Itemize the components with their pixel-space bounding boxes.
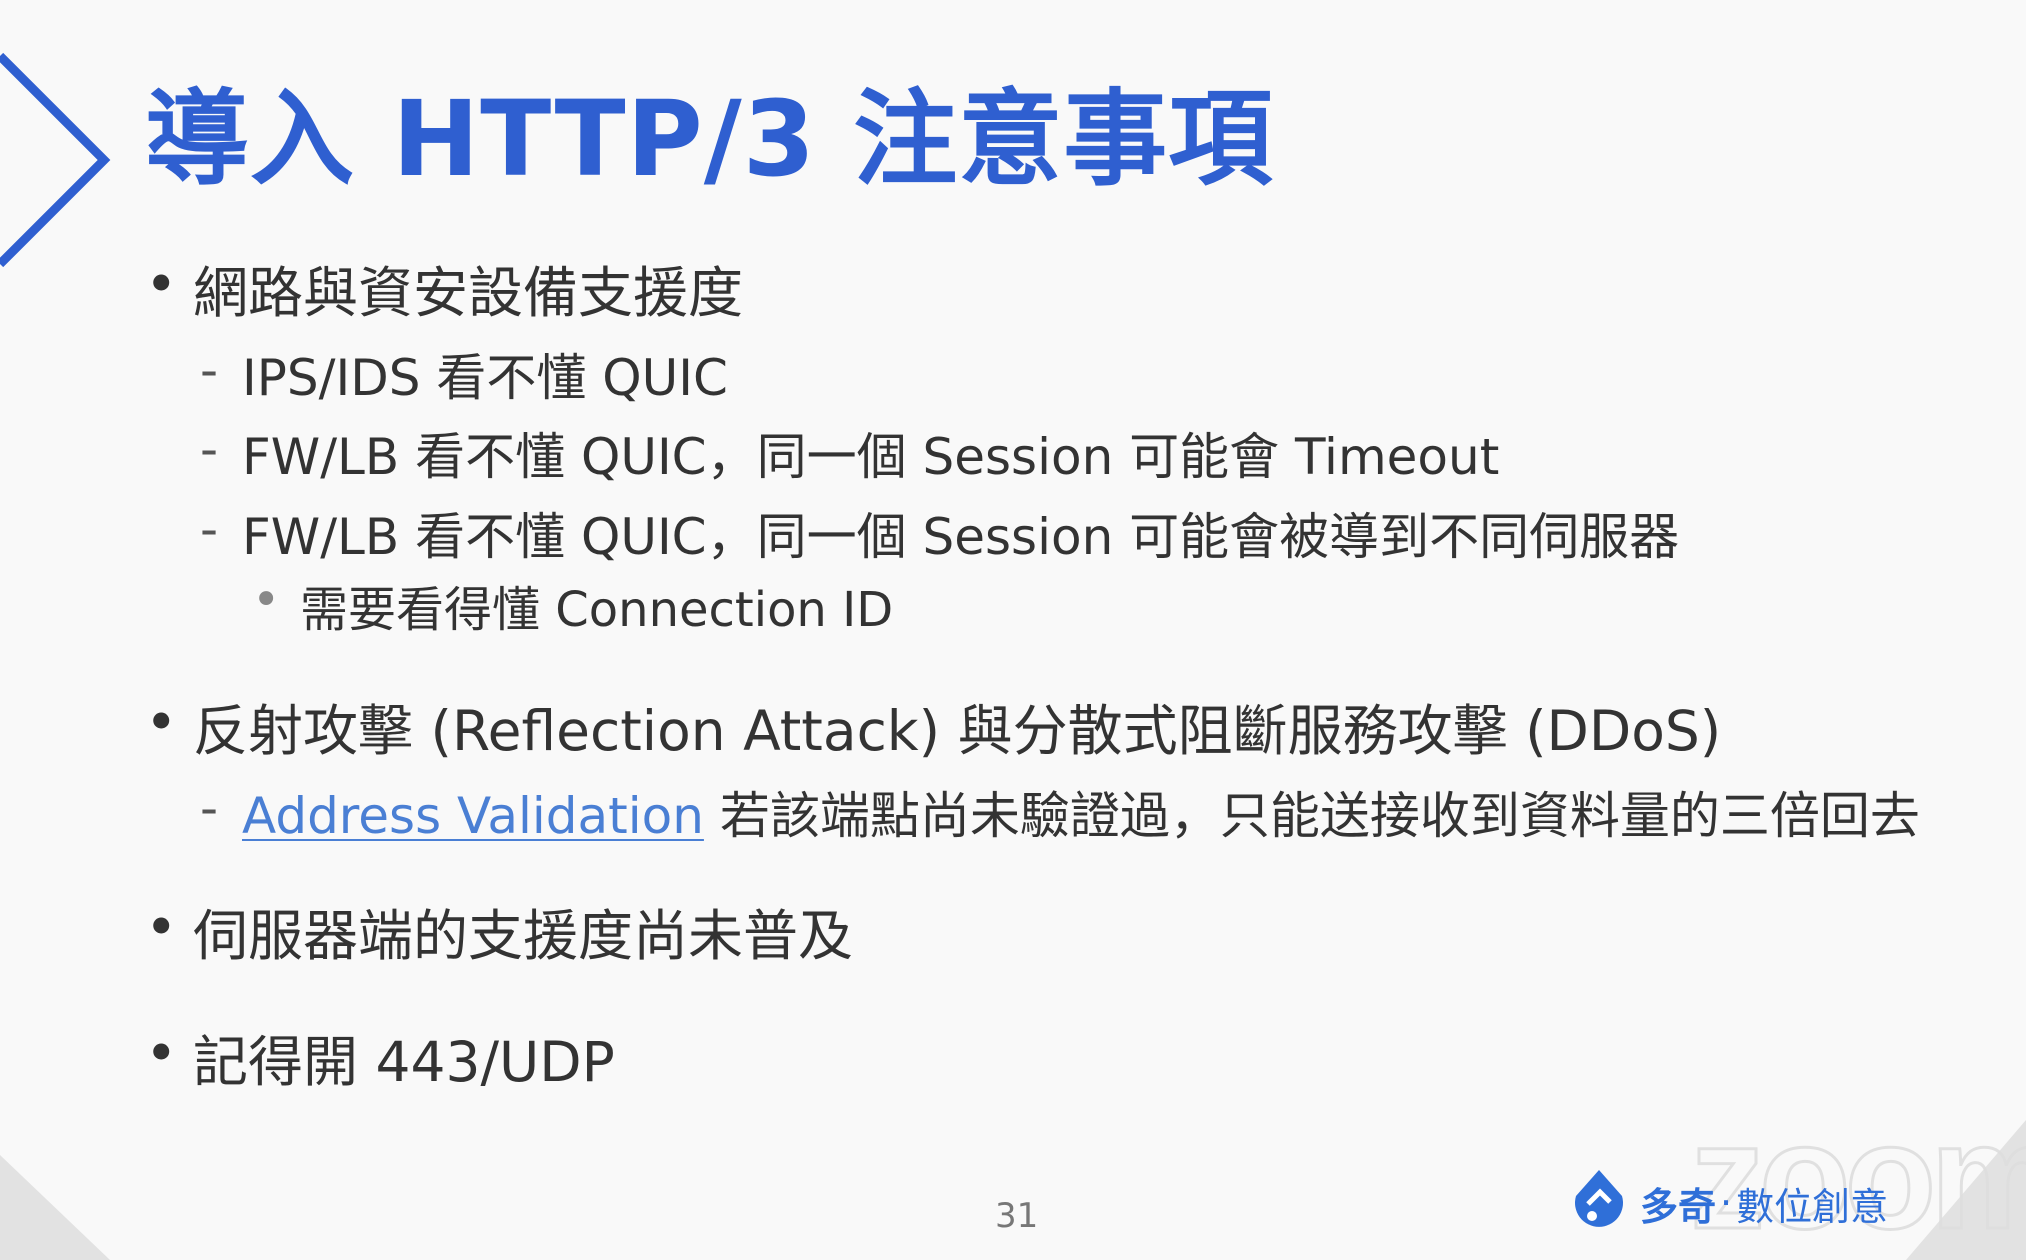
address-validation-text: 若該端點尚未驗證過，只能送接收到資料量的三倍回去 (703, 787, 1920, 845)
bullet-server-support: 伺服器端的支援度尚未普及 (193, 904, 854, 968)
page-number: 31 (995, 1196, 1039, 1236)
bullet-marker: • (145, 690, 178, 754)
sub-bullet-marker: • (252, 572, 281, 628)
company-logo: 多奇 · 數位創意 (1570, 1168, 1888, 1238)
dash-marker: - (200, 500, 219, 558)
dash-marker: - (200, 341, 219, 399)
slide-content: • 網路與資安設備支援度 - IPS/IDS 看不懂 QUIC - FW/LB … (0, 0, 2026, 1260)
sub-sub-item-connection-id: 需要看得懂 Connection ID (300, 582, 894, 638)
bullet-marker: • (145, 1021, 178, 1085)
sub-item-fw-lb-different-server: FW/LB 看不懂 QUIC，同一個 Session 可能會被導到不同伺服器 (242, 508, 1680, 566)
bullet-marker: • (145, 252, 178, 316)
company-subtitle: 數位創意 (1736, 1184, 1889, 1229)
company-separator: · (1720, 1181, 1733, 1225)
bullet-network-security-support: 網路與資安設備支援度 (193, 261, 744, 325)
dash-marker: - (200, 779, 219, 837)
bullet-open-udp: 記得開 443/UDP (193, 1030, 615, 1094)
sub-item-ips-ids: IPS/IDS 看不懂 QUIC (242, 349, 728, 407)
dash-marker: - (200, 420, 219, 478)
bullet-marker: • (145, 895, 178, 959)
sub-item-fw-lb-timeout: FW/LB 看不懂 QUIC，同一個 Session 可能會 Timeout (242, 428, 1500, 486)
presentation-slide: 導入 HTTP/3 注意事項 • 網路與資安設備支援度 - IPS/IDS 看不… (0, 0, 2026, 1260)
address-validation-link[interactable]: Address Validation (242, 787, 704, 845)
sub-item-address-validation: Address Validation 若該端點尚未驗證過，只能送接收到資料量的三… (242, 776, 1920, 848)
bullet-reflection-ddos: 反射攻擊 (Reflection Attack) 與分散式阻斷服務攻擊 (DDo… (193, 699, 1722, 763)
drop-logo-icon (1575, 1170, 1623, 1227)
company-name: 多奇 (1640, 1184, 1717, 1229)
